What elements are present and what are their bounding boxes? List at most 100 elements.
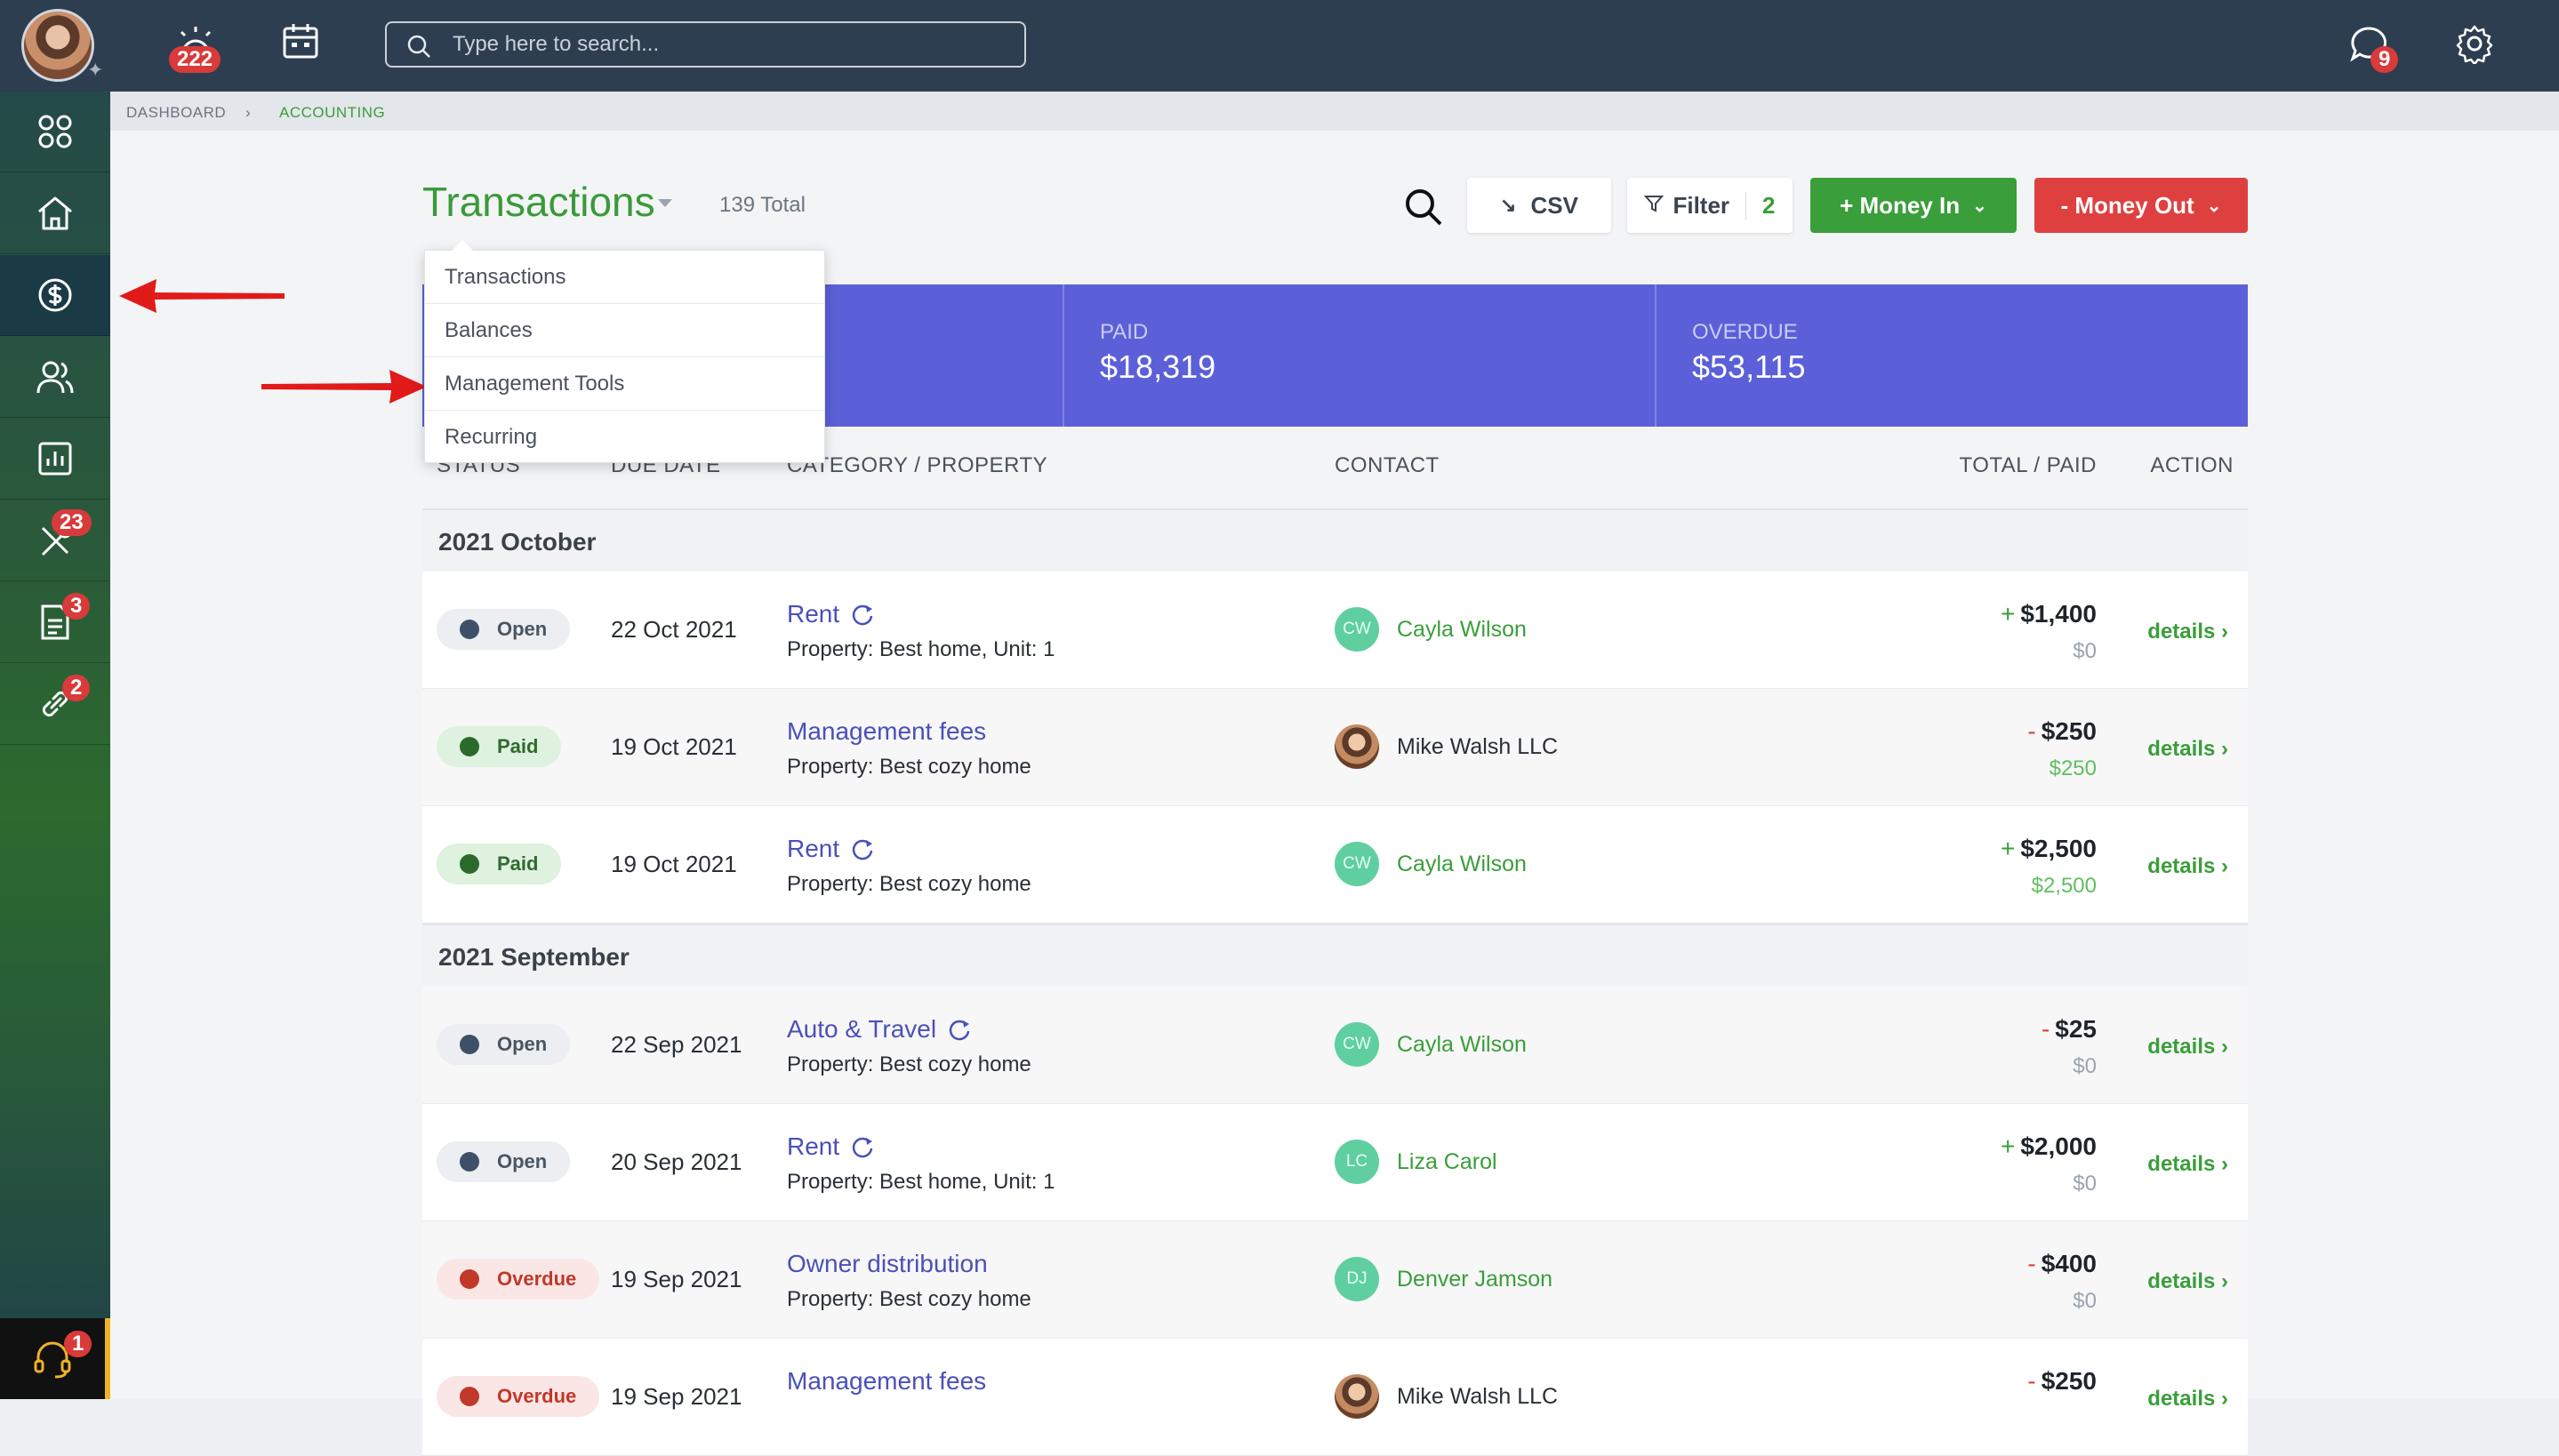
tools-badge: 23: [52, 509, 92, 536]
sidebar-item-tools[interactable]: 23: [0, 500, 110, 581]
menu-item-balances[interactable]: Balances: [425, 304, 824, 357]
total-count: 139 Total: [719, 193, 806, 217]
calendar-icon[interactable]: [281, 21, 320, 65]
paid-amount: $0: [2073, 1289, 2097, 1313]
sidebar-item-apps[interactable]: [0, 92, 110, 172]
status-badge: Open: [437, 1024, 571, 1065]
category-link[interactable]: Rent: [787, 1132, 875, 1161]
filter-icon: [1644, 192, 1665, 220]
contact-avatar: [1335, 1374, 1379, 1419]
search-box[interactable]: [385, 21, 1026, 68]
menu-item-management-tools[interactable]: Management Tools: [425, 357, 824, 411]
status-badge: Open: [437, 609, 571, 650]
details-link[interactable]: details ›: [2147, 1387, 2228, 1412]
due-date: 19 Sep 2021: [611, 1383, 742, 1410]
sidebar-item-home[interactable]: [0, 173, 110, 254]
sidebar-item-links[interactable]: 2: [0, 664, 110, 745]
breadcrumb-dashboard[interactable]: DASHBOARD: [126, 104, 226, 122]
property-text: Property: Best cozy home: [787, 1287, 1031, 1311]
due-date: 19 Sep 2021: [611, 1266, 742, 1292]
details-link[interactable]: details ›: [2147, 854, 2228, 879]
property-text: Property: Best home, Unit: 1: [787, 637, 1055, 661]
due-date: 22 Oct 2021: [611, 616, 737, 643]
column-header-contact[interactable]: CONTACT: [1335, 453, 1440, 478]
help-button[interactable]: 1: [0, 1318, 110, 1399]
menu-item-recurring[interactable]: Recurring: [425, 411, 824, 464]
details-link[interactable]: details ›: [2147, 1269, 2228, 1294]
table-row[interactable]: Paid 19 Oct 2021 Management fees Property: …: [422, 689, 2248, 806]
property-text: Property: Best home, Unit: 1: [787, 1170, 1055, 1194]
filter-button[interactable]: Filter 2: [1627, 178, 1793, 233]
money-out-button[interactable]: - Money Out ⌄: [2034, 178, 2248, 233]
category-link[interactable]: Management fees: [787, 717, 986, 746]
total-amount: - $25: [2041, 1015, 2097, 1043]
chevron-down-icon: ⌄: [1972, 196, 1987, 216]
paid-amount: $2,500: [2031, 874, 2097, 898]
table-search-button[interactable]: [1403, 187, 1444, 232]
csv-button[interactable]: ↘ CSV: [1467, 178, 1611, 233]
category-link[interactable]: Management fees: [787, 1367, 986, 1396]
recurring-icon: [852, 839, 873, 860]
chevron-right-icon: ›: [2221, 1269, 2228, 1293]
contact-link[interactable]: CW Cayla Wilson: [1335, 842, 1527, 886]
user-avatar[interactable]: [21, 9, 94, 82]
details-link[interactable]: details ›: [2147, 1152, 2228, 1177]
contact-initials: CW: [1335, 842, 1379, 886]
category-link[interactable]: Rent: [787, 600, 875, 628]
group-header: 2021 October: [422, 508, 2248, 571]
summary-overdue: OVERDUE $53,115: [1655, 284, 2248, 427]
status-badge: Paid: [437, 844, 562, 884]
sidebar-item-reports[interactable]: [0, 419, 110, 500]
total-amount: + $2,500: [2001, 835, 2097, 862]
recurring-icon: [852, 604, 873, 626]
filter-count-badge: 2: [1745, 191, 1776, 220]
paid-amount: $0: [2073, 639, 2097, 663]
caret-down-icon[interactable]: [658, 199, 672, 207]
column-header-category[interactable]: CATEGORY / PROPERTY: [787, 453, 1047, 478]
column-header-action: ACTION: [2150, 453, 2234, 477]
contact-link[interactable]: Mike Walsh LLC: [1335, 724, 1558, 769]
notifications-badge: 222: [169, 46, 221, 73]
search-input[interactable]: [451, 30, 1002, 59]
details-link[interactable]: details ›: [2147, 620, 2228, 644]
chevron-right-icon: ›: [2221, 620, 2228, 644]
contact-link[interactable]: DJ Denver Jamson: [1335, 1257, 1552, 1301]
total-amount: + $2,000: [2001, 1132, 2097, 1160]
sidebar-item-documents[interactable]: 3: [0, 582, 110, 663]
category-link[interactable]: Rent: [787, 835, 875, 863]
chevron-down-icon: ⌄: [2206, 196, 2222, 216]
column-header-total[interactable]: TOTAL / PAID: [1960, 453, 2097, 478]
category-link[interactable]: Auto & Travel: [787, 1015, 972, 1044]
table-row[interactable]: Open 22 Sep 2021 Auto & Travel Property: Be…: [422, 987, 2248, 1104]
due-date: 20 Sep 2021: [611, 1148, 742, 1175]
property-text: Property: Best cozy home: [787, 755, 1031, 779]
sidebar-item-contacts[interactable]: [0, 337, 110, 418]
chevron-right-icon: ›: [2221, 737, 2228, 761]
sidebar: 23 3 2: [0, 92, 110, 1399]
details-link[interactable]: details ›: [2147, 1035, 2228, 1060]
gear-icon[interactable]: [2454, 23, 2495, 68]
status-dot-icon: [460, 1035, 479, 1054]
total-amount: - $250: [2027, 717, 2097, 745]
contact-link[interactable]: CW Cayla Wilson: [1335, 1022, 1527, 1067]
help-badge: 1: [64, 1331, 92, 1357]
users-icon: [36, 361, 74, 394]
total-amount: - $250: [2027, 1367, 2097, 1395]
sidebar-item-accounting[interactable]: [0, 255, 110, 336]
page-title[interactable]: Transactions: [422, 178, 655, 226]
contact-link[interactable]: Mike Walsh LLC: [1335, 1374, 1558, 1419]
contact-avatar: [1335, 724, 1379, 769]
search-icon: [407, 35, 430, 58]
category-link[interactable]: Owner distribution: [787, 1250, 988, 1278]
summary-paid: PAID $18,319: [1063, 284, 1655, 427]
menu-item-transactions[interactable]: Transactions: [425, 251, 824, 304]
table-row[interactable]: Overdue 19 Sep 2021 Owner distribution Prop…: [422, 1221, 2248, 1339]
money-in-button[interactable]: + Money In ⌄: [1810, 178, 2017, 233]
contact-link[interactable]: LC Liza Carol: [1335, 1140, 1497, 1184]
table-row[interactable]: Open 22 Oct 2021 Rent Property: Best home, …: [422, 572, 2248, 689]
table-row[interactable]: Overdue 19 Sep 2021 Management fees Mike Wa…: [422, 1339, 2248, 1456]
table-row[interactable]: Open 20 Sep 2021 Rent Property: Best home, …: [422, 1104, 2248, 1221]
table-row[interactable]: Paid 19 Oct 2021 Rent Property: Best cozy h…: [422, 806, 2248, 924]
details-link[interactable]: details ›: [2147, 737, 2228, 762]
contact-link[interactable]: CW Cayla Wilson: [1335, 607, 1527, 652]
